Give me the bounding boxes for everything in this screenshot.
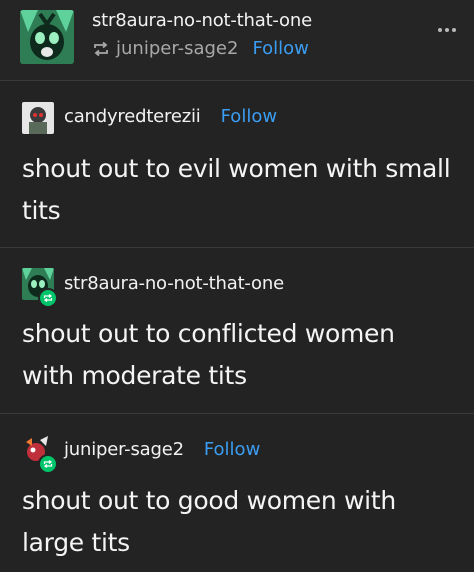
post-author-row: str8aura-no-not-that-one bbox=[64, 273, 284, 294]
post-author-row: candyredterezii Follow bbox=[64, 106, 277, 127]
reblog-info: juniper-sage2 Follow bbox=[92, 38, 309, 59]
author-avatar[interactable] bbox=[22, 102, 54, 134]
divider bbox=[0, 247, 474, 248]
author-name-link[interactable]: juniper-sage2 bbox=[64, 439, 184, 460]
follow-button[interactable]: Follow bbox=[204, 439, 260, 460]
reblog-badge-icon bbox=[38, 288, 58, 308]
blog-name-link[interactable]: str8aura-no-not-that-one bbox=[92, 10, 312, 31]
avatar-art bbox=[20, 10, 74, 64]
reblog-badge-icon bbox=[38, 454, 58, 474]
dot bbox=[438, 28, 442, 32]
blog-avatar[interactable] bbox=[20, 10, 74, 64]
reblogged-from-link[interactable]: juniper-sage2 bbox=[116, 38, 238, 59]
post-text: shout out to evil women with small tits bbox=[22, 154, 451, 225]
avatar-art bbox=[22, 102, 54, 134]
post-header: str8aura-no-not-that-one juniper-sage2 F… bbox=[0, 0, 474, 80]
follow-button[interactable]: Follow bbox=[252, 38, 308, 59]
divider bbox=[0, 413, 474, 414]
dot bbox=[452, 28, 456, 32]
reblog-icon bbox=[94, 41, 108, 56]
follow-button[interactable]: Follow bbox=[221, 106, 277, 127]
reblog-glyph bbox=[43, 459, 53, 469]
post-text: shout out to good women with large tits bbox=[22, 486, 396, 557]
dot bbox=[445, 28, 449, 32]
post-author-row: juniper-sage2 Follow bbox=[64, 439, 260, 460]
reblog-glyph bbox=[43, 293, 53, 303]
more-options-icon[interactable] bbox=[438, 28, 456, 32]
author-name-link[interactable]: str8aura-no-not-that-one bbox=[64, 273, 284, 294]
author-name-link[interactable]: candyredterezii bbox=[64, 106, 201, 127]
post-text: shout out to conflicted women with moder… bbox=[22, 319, 395, 390]
divider bbox=[0, 80, 474, 81]
